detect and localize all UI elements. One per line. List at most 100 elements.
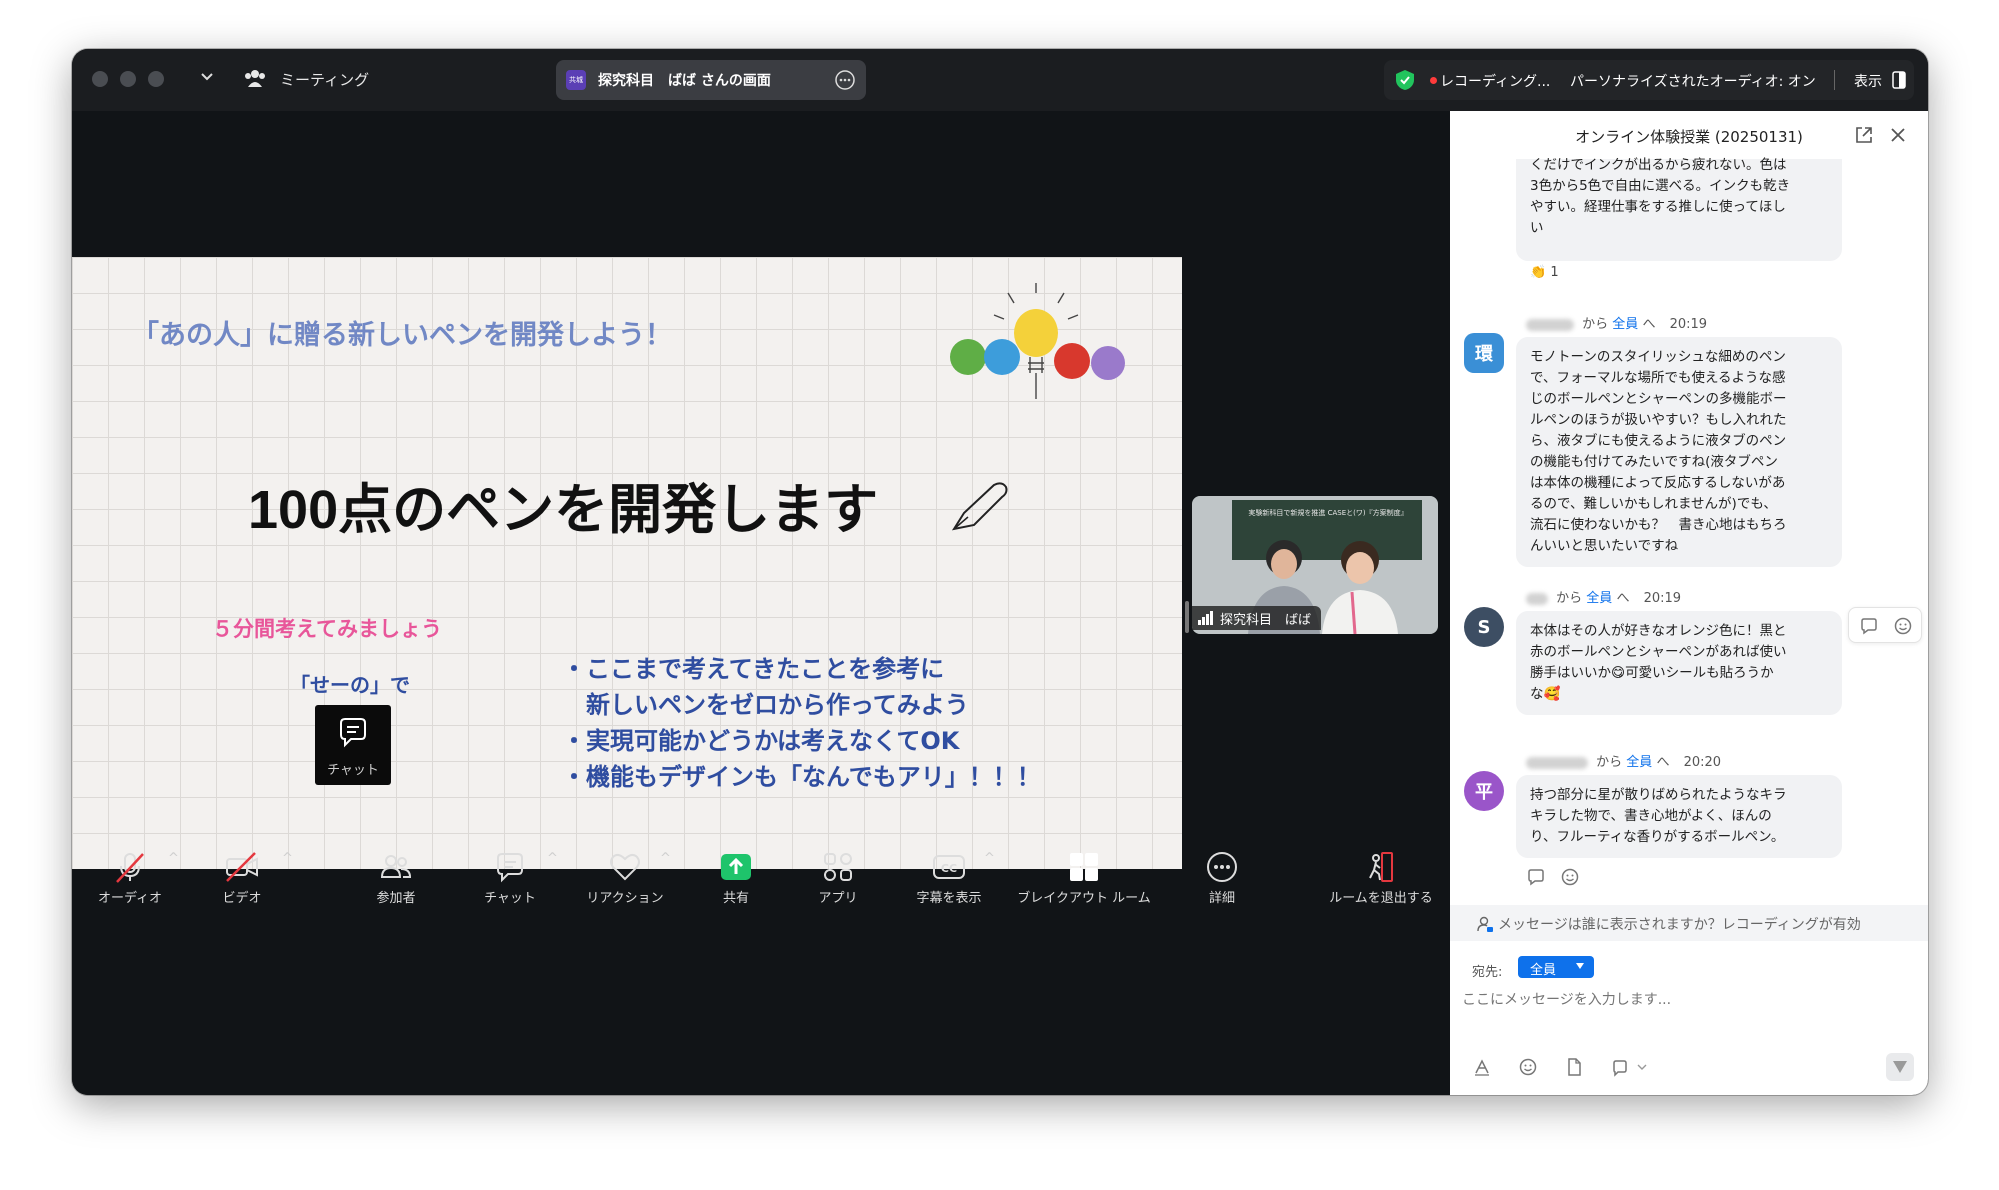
message-line: の機能も付けてみたいですね(液タブペン	[1530, 454, 1778, 470]
recording-status[interactable]: レコーディング... パーソナライズされたオーディオ: オン 表示	[1384, 60, 1914, 100]
participants-label: 参加者	[376, 891, 416, 906]
resize-handle[interactable]	[1185, 601, 1189, 633]
breakout-rooms-icon	[1004, 847, 1164, 887]
apps-icon	[798, 847, 878, 887]
recipient-dropdown-value: 全員	[1530, 963, 1557, 978]
share-button[interactable]: 共有	[696, 847, 776, 906]
avatar[interactable]: S	[1464, 607, 1504, 647]
message-line: 赤のボールペンとシャーペンがあれば使い	[1530, 644, 1787, 660]
chat-message-bubble: 持つ部分に星が散りばめられたようなキラ キラした物で、書き心地がよく、ほんの り…	[1516, 775, 1842, 858]
share-info-pill[interactable]: 共城 探究科目 ばば さんの画面	[556, 60, 866, 100]
pop-out-icon[interactable]	[1854, 125, 1874, 149]
chevron-down-icon[interactable]	[200, 67, 214, 91]
view-icon[interactable]	[1892, 71, 1906, 93]
chat-button[interactable]: チャット	[462, 847, 558, 906]
slide-headline: 「あの人」に贈る新しいペンを開発しよう！	[132, 320, 672, 351]
recording-text: レコーディング...	[1440, 74, 1551, 90]
avatar[interactable]: 平	[1464, 771, 1504, 811]
self-view-thumbnail[interactable]: 実験新科目で新規を推進 CASEと(ワ)『方案制度』 探究科目 ばば	[1192, 496, 1438, 634]
message-meta: から 全員 へ 20:19	[1526, 587, 1681, 606]
share-label: 共有	[722, 891, 749, 906]
chat-bubble-icon	[340, 718, 366, 748]
chat-icon	[462, 847, 558, 887]
recipient-link[interactable]: 全員	[1612, 317, 1638, 332]
reply-icon[interactable]	[1526, 867, 1546, 891]
shield-icon[interactable]	[1394, 69, 1416, 95]
recipient-link[interactable]: 全員	[1626, 755, 1652, 770]
close-window-button[interactable]	[92, 71, 108, 87]
slide-bullet: ・ここまで考えてきたことを参考に	[562, 655, 945, 683]
reactions-options-caret[interactable]: ^	[660, 851, 671, 866]
message-line: り、フルーティな香りがするボールペン。	[1530, 829, 1785, 845]
breakout-rooms-label: ブレイクアウト ルーム	[1017, 891, 1151, 906]
audio-label: オーディオ	[97, 891, 163, 906]
participants-button[interactable]: 参加者	[348, 847, 444, 906]
share-badge: 共城	[566, 70, 586, 90]
message-line: モノトーンのスタイリッシュな細めのペン	[1530, 349, 1786, 365]
participant-name: 探究科目 ばば	[1220, 612, 1312, 628]
to-label: 宛先:	[1472, 965, 1503, 980]
message-input[interactable]	[1462, 985, 1902, 1015]
meeting-label[interactable]: ミーティング	[280, 69, 369, 90]
add-reaction-icon[interactable]	[1893, 616, 1913, 640]
recording-dot	[1430, 77, 1437, 84]
video-button[interactable]: ビデオ	[194, 847, 290, 906]
chevron-down-icon[interactable]	[1636, 1059, 1648, 1079]
chat-header: オンライン体験授業 (20250131)	[1450, 111, 1928, 159]
triangle-down-icon	[1576, 963, 1584, 969]
format-text-icon[interactable]	[1472, 1057, 1492, 1081]
from-word: から	[1556, 591, 1583, 606]
visibility-notice-text: メッセージは誰に表示されますか？レコーディングが有効	[1498, 917, 1861, 933]
clap-reaction[interactable]: 👏 1	[1530, 265, 1559, 280]
zoom-window-button[interactable]	[148, 71, 164, 87]
chat-panel: オンライン体験授業 (20250131) くだけでインクが出るから疲れない。色は…	[1450, 111, 1928, 1095]
message-line: は本体の機種によって反応するしないがあ	[1530, 475, 1786, 491]
slide-bullet: ・実現可能かどうかは考えなくてOK	[562, 727, 960, 755]
view-label[interactable]: 表示	[1854, 71, 1882, 91]
divider	[1834, 70, 1835, 90]
avatar[interactable]: 環	[1464, 333, 1504, 373]
captions-options-caret[interactable]: ^	[984, 851, 995, 866]
message-hover-actions	[1848, 607, 1922, 643]
more-options-icon[interactable]	[834, 69, 856, 95]
audio-button[interactable]: オーディオ	[82, 847, 178, 906]
close-icon[interactable]	[1888, 125, 1908, 149]
video-options-caret[interactable]: ^	[282, 851, 293, 866]
add-reaction-icon[interactable]	[1560, 867, 1580, 891]
chat-message-bubble: くだけでインクが出るから疲れない。色は 3色から5色で自由に選べる。インクも乾き…	[1516, 157, 1842, 261]
chat-badge-label: チャット	[327, 763, 379, 778]
title-bar: ミーティング 共城 探究科目 ばば さんの画面 レコーディング... パーソナラ…	[72, 49, 1928, 111]
minimize-window-button[interactable]	[120, 71, 136, 87]
chat-options-caret[interactable]: ^	[547, 851, 558, 866]
reply-icon[interactable]	[1859, 616, 1879, 640]
emoji-icon[interactable]	[1518, 1057, 1538, 1081]
more-label: 詳細	[1208, 891, 1235, 906]
message-line: 本体はその人が好きなオレンジ色に！黒と	[1530, 623, 1787, 639]
message-meta: から 全員 へ 20:19	[1526, 313, 1707, 332]
send-button[interactable]	[1886, 1053, 1914, 1081]
think-label: ５分間考えてみましょう	[212, 617, 442, 641]
chat-label: チャット	[484, 891, 536, 906]
recipient-link[interactable]: 全員	[1586, 591, 1612, 606]
chat-message-bubble: 本体はその人が好きなオレンジ色に！黒と 赤のボールペンとシャーペンがあれば使い …	[1516, 611, 1842, 715]
message-line: ルペンのほうが扱いやすい？もし入れれた	[1530, 412, 1787, 428]
breakout-rooms-button[interactable]: ブレイクアウト ルーム	[1004, 847, 1164, 906]
recipient-dropdown[interactable]: 全員	[1518, 956, 1594, 978]
leave-room-button[interactable]: ルームを退出する	[1316, 847, 1446, 906]
message-line: 勝手はいいか😋可愛いシールも貼ろうか	[1530, 665, 1774, 681]
apps-button[interactable]: アプリ	[798, 847, 878, 906]
screenshot-icon[interactable]	[1610, 1057, 1630, 1081]
message-line: やすい。経理仕事をする推しに使ってほし	[1530, 199, 1786, 215]
composer-toolbar	[1450, 1053, 1928, 1083]
participants-icon	[348, 847, 444, 887]
file-icon[interactable]	[1564, 1057, 1584, 1081]
visibility-notice[interactable]: メッセージは誰に表示されますか？レコーディングが有効	[1450, 905, 1928, 941]
message-line: な🥰	[1530, 686, 1561, 702]
board-text: 実験新科目で新規を推進 CASEと(ワ)『方案制度』	[1248, 509, 1408, 517]
message-line: 流石に使わないかも？ 書き心地はもちろ	[1530, 517, 1787, 533]
more-button[interactable]: 詳細	[1182, 847, 1262, 906]
lightbulb-illustration	[950, 283, 1125, 399]
audio-options-caret[interactable]: ^	[168, 851, 179, 866]
from-word: から	[1596, 755, 1623, 770]
fountain-pen-icon	[951, 482, 1008, 531]
